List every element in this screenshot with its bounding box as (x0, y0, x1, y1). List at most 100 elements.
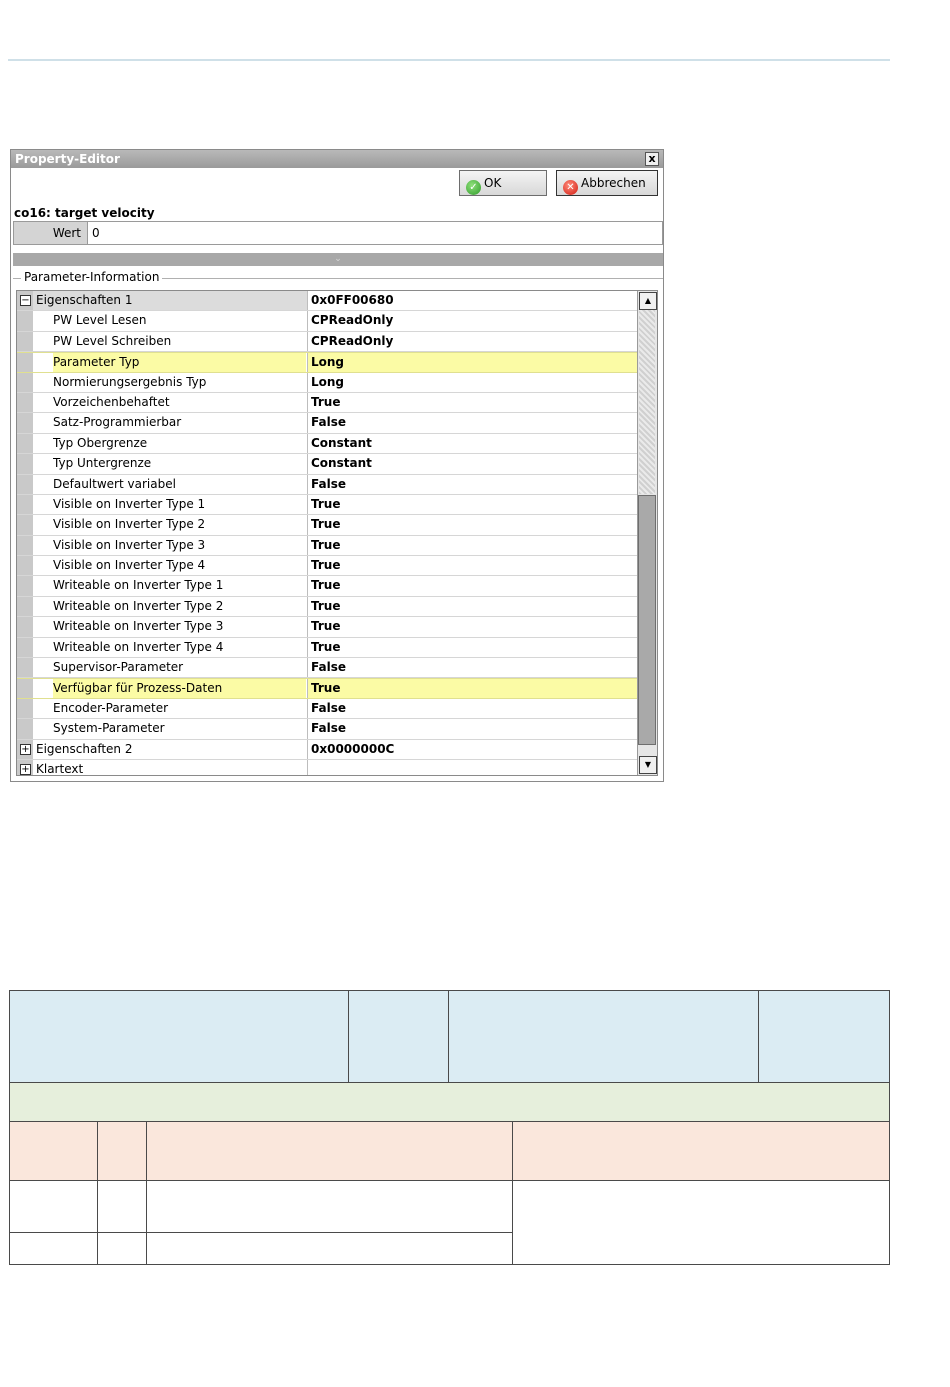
property-name: Verfügbar für Prozess-Daten (53, 679, 306, 698)
property-group-row[interactable]: + Eigenschaften 2 0x0000000C (17, 739, 637, 760)
row-gutter (17, 392, 33, 413)
property-row[interactable]: Vorzeichenbehaftet True (17, 392, 637, 414)
property-name: Writeable on Inverter Type 1 (53, 578, 224, 593)
property-name: Writeable on Inverter Type 3 (53, 619, 224, 634)
property-value[interactable] (307, 759, 637, 775)
property-value[interactable]: True (307, 535, 637, 556)
property-row[interactable]: Parameter Typ Long (17, 352, 637, 373)
checkmark-icon: ✓ (466, 180, 481, 195)
scroll-down-arrow-icon[interactable]: ▼ (639, 756, 657, 774)
window-title: Property-Editor (15, 152, 120, 166)
expand-icon[interactable]: + (20, 763, 31, 775)
property-value[interactable]: True (307, 596, 637, 617)
row-gutter (17, 556, 33, 576)
property-row[interactable]: Defaultwert variabel False (17, 474, 637, 495)
expand-icon[interactable]: + (20, 743, 31, 755)
ok-button[interactable]: ✓ OK (459, 170, 547, 196)
property-name: System-Parameter (53, 721, 165, 736)
property-value[interactable]: True (307, 679, 637, 698)
property-value[interactable]: 0x0000000C (307, 739, 637, 759)
property-row[interactable]: Visible on Inverter Type 1 True (17, 494, 637, 516)
property-value[interactable]: True (307, 617, 637, 637)
property-value[interactable]: True (307, 637, 637, 658)
property-name: Visible on Inverter Type 3 (53, 537, 206, 552)
property-row[interactable]: Writeable on Inverter Type 3 True (17, 617, 637, 638)
cancel-button[interactable]: ✕ Abbrechen (556, 170, 658, 196)
property-row[interactable]: Typ Untergrenze Constant (17, 454, 637, 475)
property-group-row[interactable]: − Eigenschaften 1 0x0FF00680 (17, 291, 637, 312)
property-row[interactable]: System-Parameter False (17, 719, 637, 740)
property-name: Normierungsergebnis Typ (53, 374, 207, 389)
row-gutter (17, 353, 33, 372)
property-value[interactable]: Constant (307, 454, 637, 474)
property-value[interactable]: True (307, 515, 637, 535)
property-name: PW Level Lesen (53, 313, 147, 328)
property-value[interactable]: Long (307, 353, 637, 372)
top-rule (8, 59, 890, 61)
scroll-up-arrow-icon[interactable]: ▲ (639, 292, 657, 310)
property-value[interactable]: False (307, 698, 637, 719)
value-input[interactable] (92, 222, 652, 244)
row-gutter (17, 719, 33, 739)
property-name: Vorzeichenbehaftet (53, 394, 170, 409)
cancel-button-label: Abbrechen (581, 176, 646, 190)
property-value[interactable]: Long (307, 372, 637, 392)
property-row[interactable]: PW Level Schreiben CPReadOnly (17, 331, 637, 353)
property-row[interactable]: Visible on Inverter Type 2 True (17, 515, 637, 536)
property-value[interactable]: Constant (307, 433, 637, 454)
property-row[interactable]: Visible on Inverter Type 3 True (17, 535, 637, 557)
property-name: Eigenschaften 1 (36, 293, 133, 307)
row-gutter (17, 679, 33, 698)
property-value[interactable]: True (307, 494, 637, 515)
property-value[interactable]: 0x0FF00680 (307, 291, 637, 311)
collapse-icon[interactable]: − (20, 295, 31, 306)
table-subheader-cell (512, 1121, 890, 1181)
property-name: Parameter Typ (53, 353, 306, 372)
splitter-handle[interactable]: ⌄ (13, 253, 663, 266)
row-gutter (17, 331, 33, 352)
table-cell (512, 1180, 890, 1265)
scrollbar-track[interactable] (639, 310, 655, 494)
property-value[interactable]: False (307, 474, 637, 494)
table-cell (97, 1232, 147, 1265)
row-gutter (17, 698, 33, 719)
property-row[interactable]: Writeable on Inverter Type 2 True (17, 596, 637, 618)
property-name: Eigenschaften 2 (36, 741, 133, 756)
property-value[interactable]: True (307, 556, 637, 576)
property-row[interactable]: Writeable on Inverter Type 4 True (17, 637, 637, 659)
property-row[interactable]: Encoder-Parameter False (17, 698, 637, 720)
property-value[interactable]: False (307, 719, 637, 739)
property-value[interactable]: CPReadOnly (307, 311, 637, 331)
property-row[interactable]: Visible on Inverter Type 4 True (17, 556, 637, 577)
table-frame (9, 990, 890, 1265)
property-value[interactable]: True (307, 576, 637, 596)
parameter-name: co16: target velocity (14, 206, 155, 220)
vertical-scrollbar[interactable]: ▲ ▼ (637, 291, 657, 775)
window-titlebar[interactable]: Property-Editor x (11, 150, 663, 168)
row-gutter (17, 617, 33, 637)
property-row[interactable]: PW Level Lesen CPReadOnly (17, 311, 637, 332)
property-row[interactable]: Satz-Programmierbar False (17, 413, 637, 434)
property-value[interactable]: False (307, 658, 637, 678)
table-cell (9, 1232, 98, 1265)
row-gutter (17, 658, 33, 678)
table-subheader-cell (9, 1121, 98, 1181)
scrollbar-thumb[interactable] (638, 495, 656, 745)
property-value[interactable]: True (307, 392, 637, 413)
property-group-row[interactable]: + Klartext (17, 759, 637, 775)
table-header-cell (448, 990, 759, 1083)
property-row[interactable]: Writeable on Inverter Type 1 True (17, 576, 637, 597)
table-cell (146, 1180, 513, 1233)
property-row[interactable]: Normierungsergebnis Typ Long (17, 372, 637, 393)
property-value[interactable]: False (307, 413, 637, 433)
property-row[interactable]: Supervisor-Parameter False (17, 658, 637, 679)
property-row[interactable]: Typ Obergrenze Constant (17, 433, 637, 455)
row-gutter (17, 474, 33, 494)
row-gutter (17, 494, 33, 515)
property-row[interactable]: Verfügbar für Prozess-Daten True (17, 678, 637, 699)
property-name: Encoder-Parameter (53, 700, 169, 715)
value-row: Wert (13, 221, 663, 245)
property-value[interactable]: CPReadOnly (307, 331, 637, 352)
close-icon[interactable]: x (645, 152, 659, 166)
property-name: Supervisor-Parameter (53, 660, 184, 675)
